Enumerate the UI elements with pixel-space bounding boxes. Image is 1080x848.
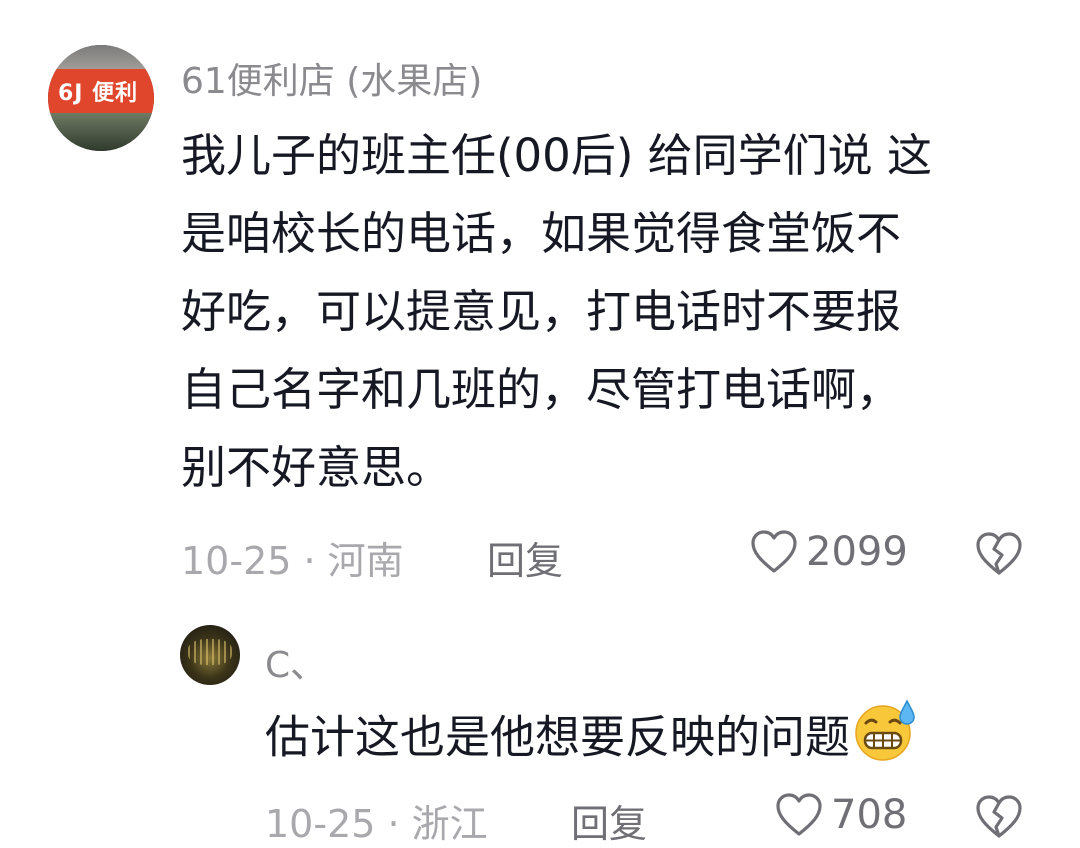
like-count: 2099 <box>806 529 908 575</box>
like-button[interactable]: 2099 <box>750 529 908 575</box>
reply-button[interactable]: 回复 <box>571 793 647 848</box>
comment-text: 我儿子的班主任(00后) 给同学们说 这 是咱校长的电话，如果觉得食堂饭不 好吃… <box>181 129 932 494</box>
avatar-sign-text: 6J 便利 <box>58 81 139 106</box>
username[interactable]: C、 <box>265 636 326 688</box>
broken-heart-icon <box>975 532 1023 581</box>
comment-date-location: 10-25 · 河南 <box>181 539 404 583</box>
like-count: 708 <box>831 792 908 838</box>
comment-text: 估计这也是他想要反映的问题 <box>265 697 1045 784</box>
dislike-button[interactable] <box>975 794 1023 844</box>
avatar[interactable] <box>180 625 240 685</box>
broken-heart-icon <box>975 795 1023 844</box>
avatar-photo-top <box>48 45 154 69</box>
avatar[interactable]: 6J 便利 <box>48 45 154 151</box>
grimacing-sweat-emoji-icon <box>852 697 918 784</box>
like-button[interactable]: 708 <box>775 792 907 838</box>
reply-button[interactable]: 回复 <box>487 530 563 585</box>
avatar-photo <box>188 639 232 665</box>
comment-text-content: 估计这也是他想要反映的问题 <box>265 710 851 764</box>
dislike-button[interactable] <box>975 531 1023 581</box>
comment-date-location: 10-25 · 浙江 <box>265 802 488 846</box>
avatar-photo-bottom <box>48 113 154 151</box>
username[interactable]: 61便利店 (水果店) <box>181 52 482 104</box>
heart-outline-icon <box>750 529 798 575</box>
heart-outline-icon <box>775 792 823 838</box>
